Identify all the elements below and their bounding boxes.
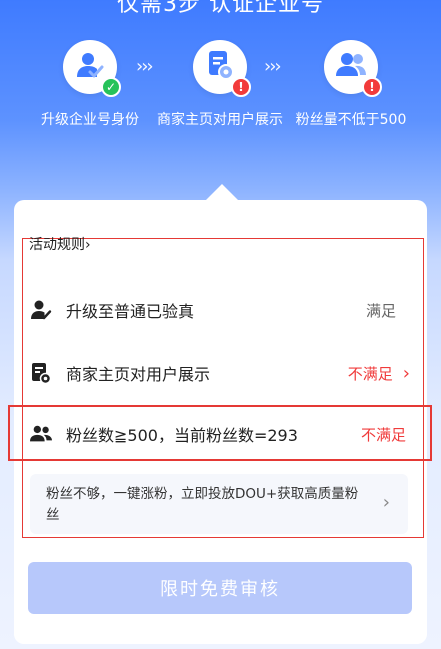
users-icon [30, 423, 52, 445]
step-label: 升级企业号身份 [41, 112, 139, 128]
double-chevron-icon: ››› [264, 56, 282, 77]
step-merchant-homepage: ! 商家主页对用户展示 [150, 40, 290, 130]
requirement-label: 粉丝数≧500，当前粉丝数=293 [66, 426, 298, 445]
user-check-icon [30, 299, 52, 321]
chevron-right-icon: › [382, 492, 390, 513]
progress-steps: ✓ 升级企业号身份 ››› ! 商家主页对用户展示 ››› ! 粉丝量不低于50… [0, 40, 441, 170]
step-label: 商家主页对用户展示 [157, 112, 283, 128]
requirement-row-fans: 粉丝数≧500，当前粉丝数=293 不满足 [30, 419, 410, 449]
free-review-button[interactable]: 限时免费审核 [28, 562, 412, 614]
document-gear-icon [30, 362, 52, 384]
step-circle: ! [193, 40, 251, 97]
requirement-row-homepage[interactable]: 商家主页对用户展示 不满足 › [30, 358, 410, 388]
requirement-status: 不满足 [360, 425, 406, 444]
document-gear-icon [206, 50, 234, 84]
requirement-status: 不满足 [347, 364, 393, 383]
alert-badge-icon: ! [231, 77, 251, 97]
tip-text: 粉丝不够，一键涨粉，立即投放DOU+获取高质量粉丝 [46, 486, 359, 523]
check-badge-icon: ✓ [101, 77, 121, 97]
step-circle: ✓ [63, 40, 121, 97]
user-check-icon [75, 50, 105, 84]
requirement-label: 商家主页对用户展示 [66, 365, 211, 384]
requirement-label: 升级至普通已验真 [66, 302, 195, 321]
alert-badge-icon: ! [362, 77, 382, 97]
dou-plus-tip[interactable]: 粉丝不够，一键涨粉，立即投放DOU+获取高质量粉丝 › [30, 474, 408, 534]
requirement-status: 满足 [365, 301, 396, 320]
step-circle: ! [324, 40, 382, 97]
users-icon [335, 51, 367, 83]
activity-rules-link[interactable]: 活动规则› [29, 234, 91, 254]
chevron-right-icon: › [85, 237, 91, 253]
step-label: 粉丝量不低于500 [295, 112, 407, 128]
requirement-row-verified: 升级至普通已验真 满足 [30, 295, 410, 325]
chevron-right-icon: › [402, 362, 410, 384]
activity-rules-label: 活动规则 [29, 237, 85, 253]
step-fans-count: ! 粉丝量不低于500 [281, 40, 421, 130]
step-upgrade-identity: ✓ 升级企业号身份 [20, 40, 160, 130]
header-title: 仅需3步 认证企业号 [117, 0, 324, 17]
